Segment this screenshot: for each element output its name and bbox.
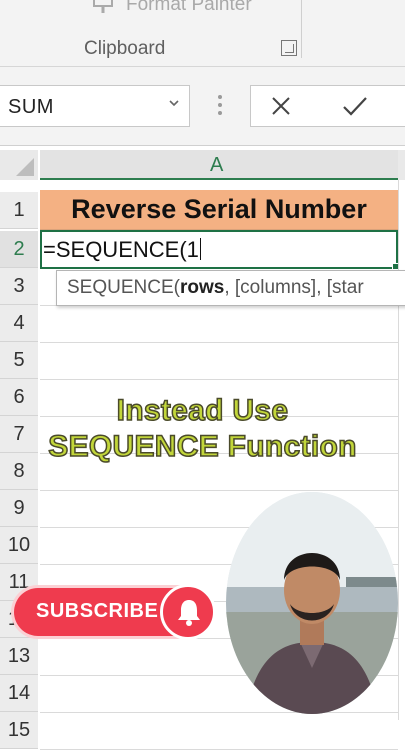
row-header[interactable]: 9	[0, 490, 38, 527]
cancel-icon[interactable]	[269, 94, 293, 118]
cell[interactable]	[40, 306, 398, 343]
cell-a1[interactable]: Reverse Serial Number	[40, 190, 398, 230]
row-header[interactable]: 10	[0, 527, 38, 564]
bell-icon	[178, 600, 200, 626]
cell[interactable]	[40, 713, 398, 750]
select-all-corner[interactable]	[0, 150, 38, 180]
formula-buttons	[250, 85, 405, 127]
dialog-launcher-icon[interactable]	[281, 40, 297, 56]
tooltip-remaining-args: , [columns], [star	[224, 277, 364, 298]
row-header[interactable]: 1	[0, 192, 38, 229]
row-header[interactable]: 15	[0, 712, 38, 749]
row-header[interactable]: 4	[0, 305, 38, 342]
formula-bar: SUM	[0, 67, 405, 146]
name-box-value: SUM	[8, 96, 54, 118]
presenter-photo	[226, 492, 398, 714]
tooltip-current-arg: rows	[179, 277, 225, 298]
format-painter-button[interactable]: Format Painter	[92, 0, 252, 16]
drag-handle-icon[interactable]	[218, 95, 222, 119]
column-header-a[interactable]: A	[40, 150, 398, 180]
cell[interactable]	[40, 343, 398, 380]
subscribe-label: SUBSCRIBE	[36, 600, 159, 622]
row-header[interactable]: 13	[0, 638, 38, 675]
formula-text: =SEQUENCE(1	[43, 237, 199, 262]
row-header[interactable]: 3	[0, 268, 38, 305]
header-cell-text: Reverse Serial Number	[71, 194, 367, 224]
name-box[interactable]: SUM	[0, 85, 190, 127]
column-header-label: A	[210, 154, 224, 176]
row-header[interactable]: 14	[0, 675, 38, 712]
row-header-active[interactable]: 2	[0, 231, 38, 268]
ribbon-divider	[301, 0, 302, 58]
format-painter-label: Format Painter	[126, 0, 252, 15]
formula-entry[interactable]: =SEQUENCE(1	[43, 237, 201, 263]
row-header[interactable]: 5	[0, 342, 38, 379]
caption-line-1: Instead Use	[116, 393, 289, 428]
caption-line-2: SEQUENCE Function	[48, 429, 358, 464]
column-header-next[interactable]	[398, 150, 405, 180]
ribbon: Format Painter Clipboard	[0, 0, 405, 67]
function-tooltip[interactable]: SEQUENCE(rows, [columns], [star	[56, 270, 405, 306]
tooltip-function: SEQUENCE(	[67, 277, 180, 298]
format-painter-icon	[93, 0, 113, 13]
text-caret	[199, 238, 201, 260]
chevron-down-icon[interactable]	[169, 98, 179, 108]
clipboard-group-label: Clipboard	[84, 38, 166, 59]
enter-check-icon[interactable]	[341, 94, 369, 118]
cell-a2-active[interactable]: =SEQUENCE(1	[40, 230, 400, 271]
notification-bell-button[interactable]	[160, 584, 216, 640]
